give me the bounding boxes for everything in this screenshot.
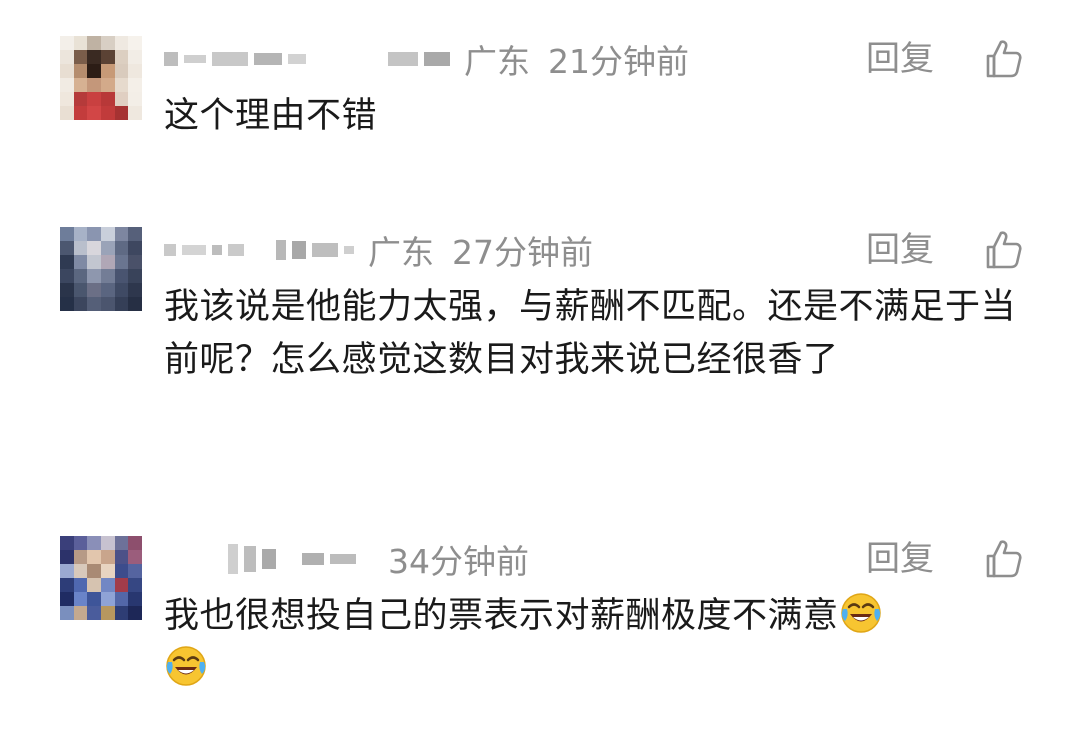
comment-region: 广东 (368, 233, 434, 272)
reply-button[interactable]: 回复 (866, 227, 934, 273)
comment-text: 我也很想投自己的票表示对薪酬极度不满意 (164, 590, 1024, 696)
avatar[interactable] (60, 36, 142, 120)
username-redacted[interactable] (164, 235, 354, 265)
comment-region: 广东 (464, 42, 530, 81)
reply-button[interactable]: 回复 (866, 36, 934, 82)
comment-text: 我该说是他能力太强，与薪酬不匹配。还是不满足于当前呢？怎么感觉这数目对我来说已经… (164, 287, 1017, 380)
username-redacted[interactable] (164, 44, 450, 74)
username-redacted[interactable] (164, 544, 356, 574)
avatar[interactable] (60, 536, 142, 620)
comment-meta: 广东 27分钟前 (164, 227, 611, 273)
comment-time: 21分钟前 (548, 42, 689, 81)
thumbs-up-icon[interactable] (982, 229, 1024, 271)
tears-of-joy-emoji-icon (839, 591, 883, 635)
thumbs-up-icon[interactable] (982, 38, 1024, 80)
comment-meta: 34分钟前 (164, 536, 547, 582)
comment-time: 27分钟前 (452, 233, 593, 272)
comment-text-body: 我也很想投自己的票表示对薪酬极度不满意 (164, 596, 839, 636)
tears-of-joy-emoji-icon (164, 644, 208, 688)
comment-meta: 广东 21分钟前 (164, 36, 707, 82)
avatar[interactable] (60, 227, 142, 311)
reply-button[interactable]: 回复 (866, 536, 934, 582)
comment-text: 这个理由不错 (164, 96, 378, 136)
comment-time: 34分钟前 (388, 542, 529, 581)
thumbs-up-icon[interactable] (982, 538, 1024, 580)
